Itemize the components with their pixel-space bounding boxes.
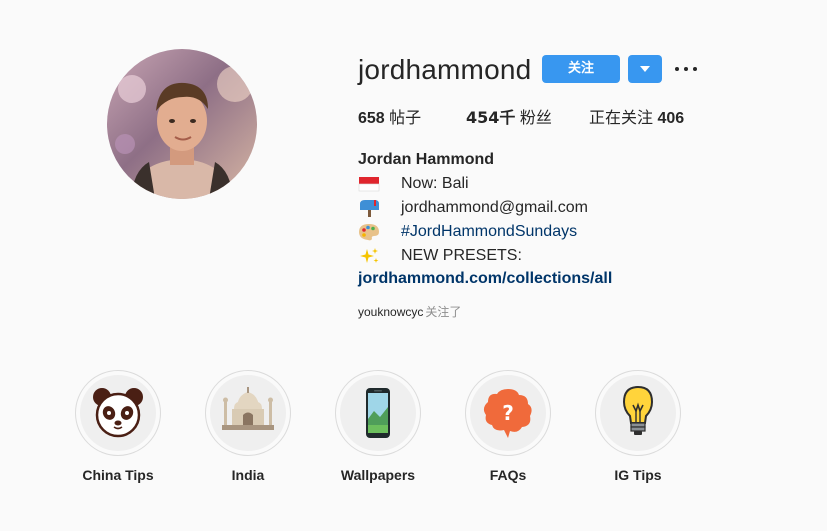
lightbulb-icon (622, 385, 654, 435)
more-dots-icon (675, 67, 679, 71)
followed-by-text[interactable]: youknowcyc 关注了 (358, 304, 461, 320)
palette-icon (359, 224, 379, 241)
sparkles-icon (360, 248, 379, 263)
followed-by-suffix: 关注了 (425, 305, 462, 319)
highlight-ring (595, 370, 681, 456)
taj-mahal-icon (222, 387, 274, 430)
suggested-accounts-dropdown-button[interactable] (628, 55, 662, 83)
following-label: 正在关注 (589, 108, 654, 127)
highlight-ring: ? (465, 370, 551, 456)
followers-count: 454千 (466, 108, 516, 127)
highlight-label: China Tips (82, 467, 154, 483)
highlight-wallpapers[interactable]: Wallpapers (308, 370, 448, 490)
more-options-button[interactable] (674, 56, 698, 82)
highlight-ring (75, 370, 161, 456)
highlight-label: IG Tips (614, 467, 662, 483)
phone-wallpaper-icon (366, 388, 390, 438)
profile-full-name: Jordan Hammond (358, 151, 495, 168)
highlight-faqs[interactable]: ? FAQs (438, 370, 578, 490)
highlight-china-tips[interactable]: China Tips (48, 370, 188, 490)
followers-label: 粉丝 (519, 108, 552, 127)
svg-text:?: ? (502, 401, 514, 425)
question-bubble-icon: ? (483, 389, 532, 438)
bio-location-text: Now: Bali (401, 175, 469, 192)
highlight-ring (205, 370, 291, 456)
following-stat[interactable]: 正在关注 406 (589, 107, 684, 130)
followers-stat[interactable]: 454千 粉丝 (466, 107, 552, 130)
highlight-ig-tips[interactable]: IG Tips (568, 370, 708, 490)
caret-down-icon (640, 66, 650, 72)
profile-avatar[interactable] (107, 49, 257, 199)
profile-photo (107, 49, 257, 199)
highlight-ring (335, 370, 421, 456)
indonesia-flag-icon (358, 177, 380, 192)
following-count: 406 (657, 110, 685, 127)
follow-button[interactable]: 关注 (542, 55, 620, 83)
highlight-label: Wallpapers (340, 467, 416, 483)
bio-hashtag-link[interactable]: #JordHammondSundays (401, 221, 577, 243)
bio-presets-text: NEW PRESETS: (401, 247, 522, 264)
profile-website-link[interactable]: jordhammond.com/collections/all (358, 268, 612, 290)
highlight-label: FAQs (489, 467, 527, 483)
posts-label: 帖子 (389, 108, 422, 127)
posts-stat: 658 帖子 (358, 107, 421, 130)
panda-icon (93, 388, 143, 438)
mailbox-icon (360, 200, 379, 217)
highlight-india[interactable]: India (178, 370, 318, 490)
highlight-label: India (231, 467, 265, 483)
posts-count: 658 (358, 110, 385, 127)
followed-by-user[interactable]: youknowcyc (358, 305, 423, 319)
bio-email-text: jordhammond@gmail.com (401, 199, 588, 216)
profile-username: jordhammond (358, 54, 532, 85)
